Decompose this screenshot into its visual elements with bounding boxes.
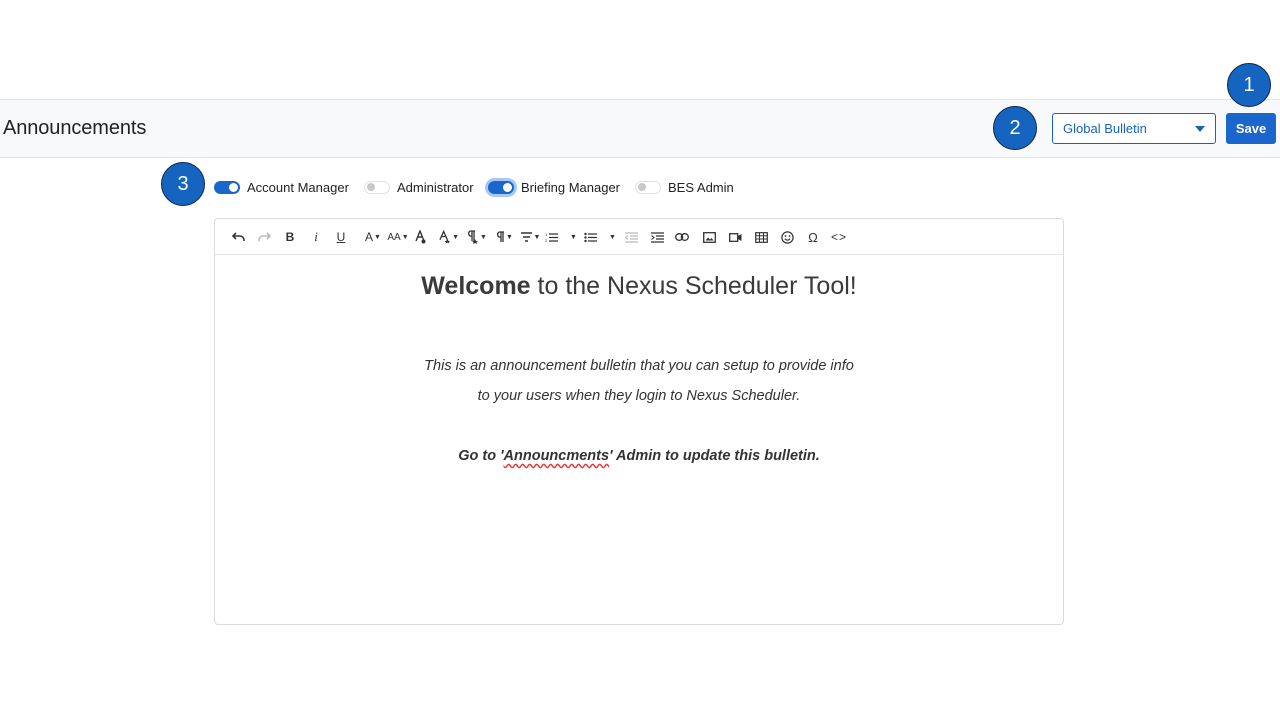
admin-instruction: Go to 'Announcments' Admin to update thi… <box>215 448 1063 464</box>
welcome-heading: Welcome to the Nexus Scheduler Tool! <box>215 272 1063 301</box>
redo-icon[interactable] <box>257 229 271 245</box>
page-title: Announcements <box>3 117 147 139</box>
ordered-list-dropdown-icon[interactable]: ▼ <box>569 229 577 245</box>
link-icon[interactable] <box>675 229 689 245</box>
unordered-list-icon[interactable] <box>583 229 597 245</box>
font-size-icon[interactable]: AA ▼ <box>387 229 409 245</box>
code-view-icon[interactable]: <> <box>831 229 847 245</box>
editor-toolbar: B i U A ▼ AA ▼ ▼ ▼ ▼ ▼ 12 ▼ ▼ Ω <> <box>215 219 1063 255</box>
undo-icon[interactable] <box>231 229 245 245</box>
save-button[interactable]: Save <box>1226 113 1276 144</box>
unordered-list-dropdown-icon[interactable]: ▼ <box>608 229 616 245</box>
toggle-switch[interactable] <box>488 180 514 194</box>
admin-instruction-prefix: Go to ' <box>458 448 504 464</box>
svg-text:1: 1 <box>545 232 548 237</box>
toggle-switch[interactable] <box>635 180 661 194</box>
rich-text-editor[interactable]: B i U A ▼ AA ▼ ▼ ▼ ▼ ▼ 12 ▼ ▼ Ω <> Welco… <box>214 218 1064 625</box>
bulletin-text-line-1: This is an announcement bulletin that yo… <box>424 358 854 374</box>
text-color-icon[interactable] <box>414 229 426 245</box>
admin-instruction-suffix: ' Admin to update this bulletin. <box>609 448 820 464</box>
indent-icon[interactable] <box>650 229 664 245</box>
bulletin-select[interactable]: Global Bulletin <box>1052 113 1216 144</box>
caret-down-icon <box>1195 126 1205 132</box>
toggle-switch[interactable] <box>364 180 390 194</box>
callout-1: 1 <box>1227 63 1271 107</box>
svg-text:2: 2 <box>545 238 548 243</box>
table-icon[interactable] <box>754 229 768 245</box>
toggle-switch[interactable] <box>214 180 240 194</box>
align-icon[interactable]: ▼ <box>519 229 541 245</box>
role-toggle-administrator[interactable]: Administrator <box>364 179 474 195</box>
video-icon[interactable] <box>728 229 742 245</box>
font-family-icon[interactable]: A ▼ <box>363 229 383 245</box>
background-color-icon[interactable]: ▼ <box>439 229 459 245</box>
image-icon[interactable] <box>702 229 716 245</box>
paragraph-style-icon[interactable]: ▼ <box>494 229 514 245</box>
callout-3: 3 <box>161 162 205 206</box>
role-toggle-bes-admin[interactable]: BES Admin <box>635 179 734 195</box>
outdent-icon[interactable] <box>624 229 638 245</box>
welcome-heading-rest: to the Nexus Scheduler Tool! <box>530 272 857 300</box>
bulletin-select-value: Global Bulletin <box>1063 121 1147 136</box>
welcome-heading-bold: Welcome <box>421 272 531 300</box>
role-label: Briefing Manager <box>521 179 620 195</box>
italic-icon[interactable]: i <box>311 229 321 245</box>
callout-2: 2 <box>993 106 1037 150</box>
editor-content[interactable]: Welcome to the Nexus Scheduler Tool! Thi… <box>215 255 1063 625</box>
role-label: BES Admin <box>668 179 734 195</box>
misspelled-word: Announcments <box>503 448 610 464</box>
font-family-glyph: A <box>365 230 374 244</box>
bold-icon[interactable]: B <box>284 229 296 245</box>
font-size-glyph: AA <box>387 231 401 243</box>
ordered-list-icon[interactable]: 12 <box>544 229 558 245</box>
bulletin-text-line-2: to your users when they login to Nexus S… <box>477 388 801 404</box>
underline-icon[interactable]: U <box>335 229 347 245</box>
inline-style-icon[interactable]: ▼ <box>465 229 487 245</box>
role-label: Administrator <box>397 179 474 195</box>
emoticons-icon[interactable] <box>780 229 794 245</box>
role-toggle-briefing-manager[interactable]: Briefing Manager <box>488 179 620 195</box>
special-characters-icon[interactable]: Ω <box>806 229 820 245</box>
role-label: Account Manager <box>247 179 349 195</box>
role-toggle-account-manager[interactable]: Account Manager <box>214 179 349 195</box>
